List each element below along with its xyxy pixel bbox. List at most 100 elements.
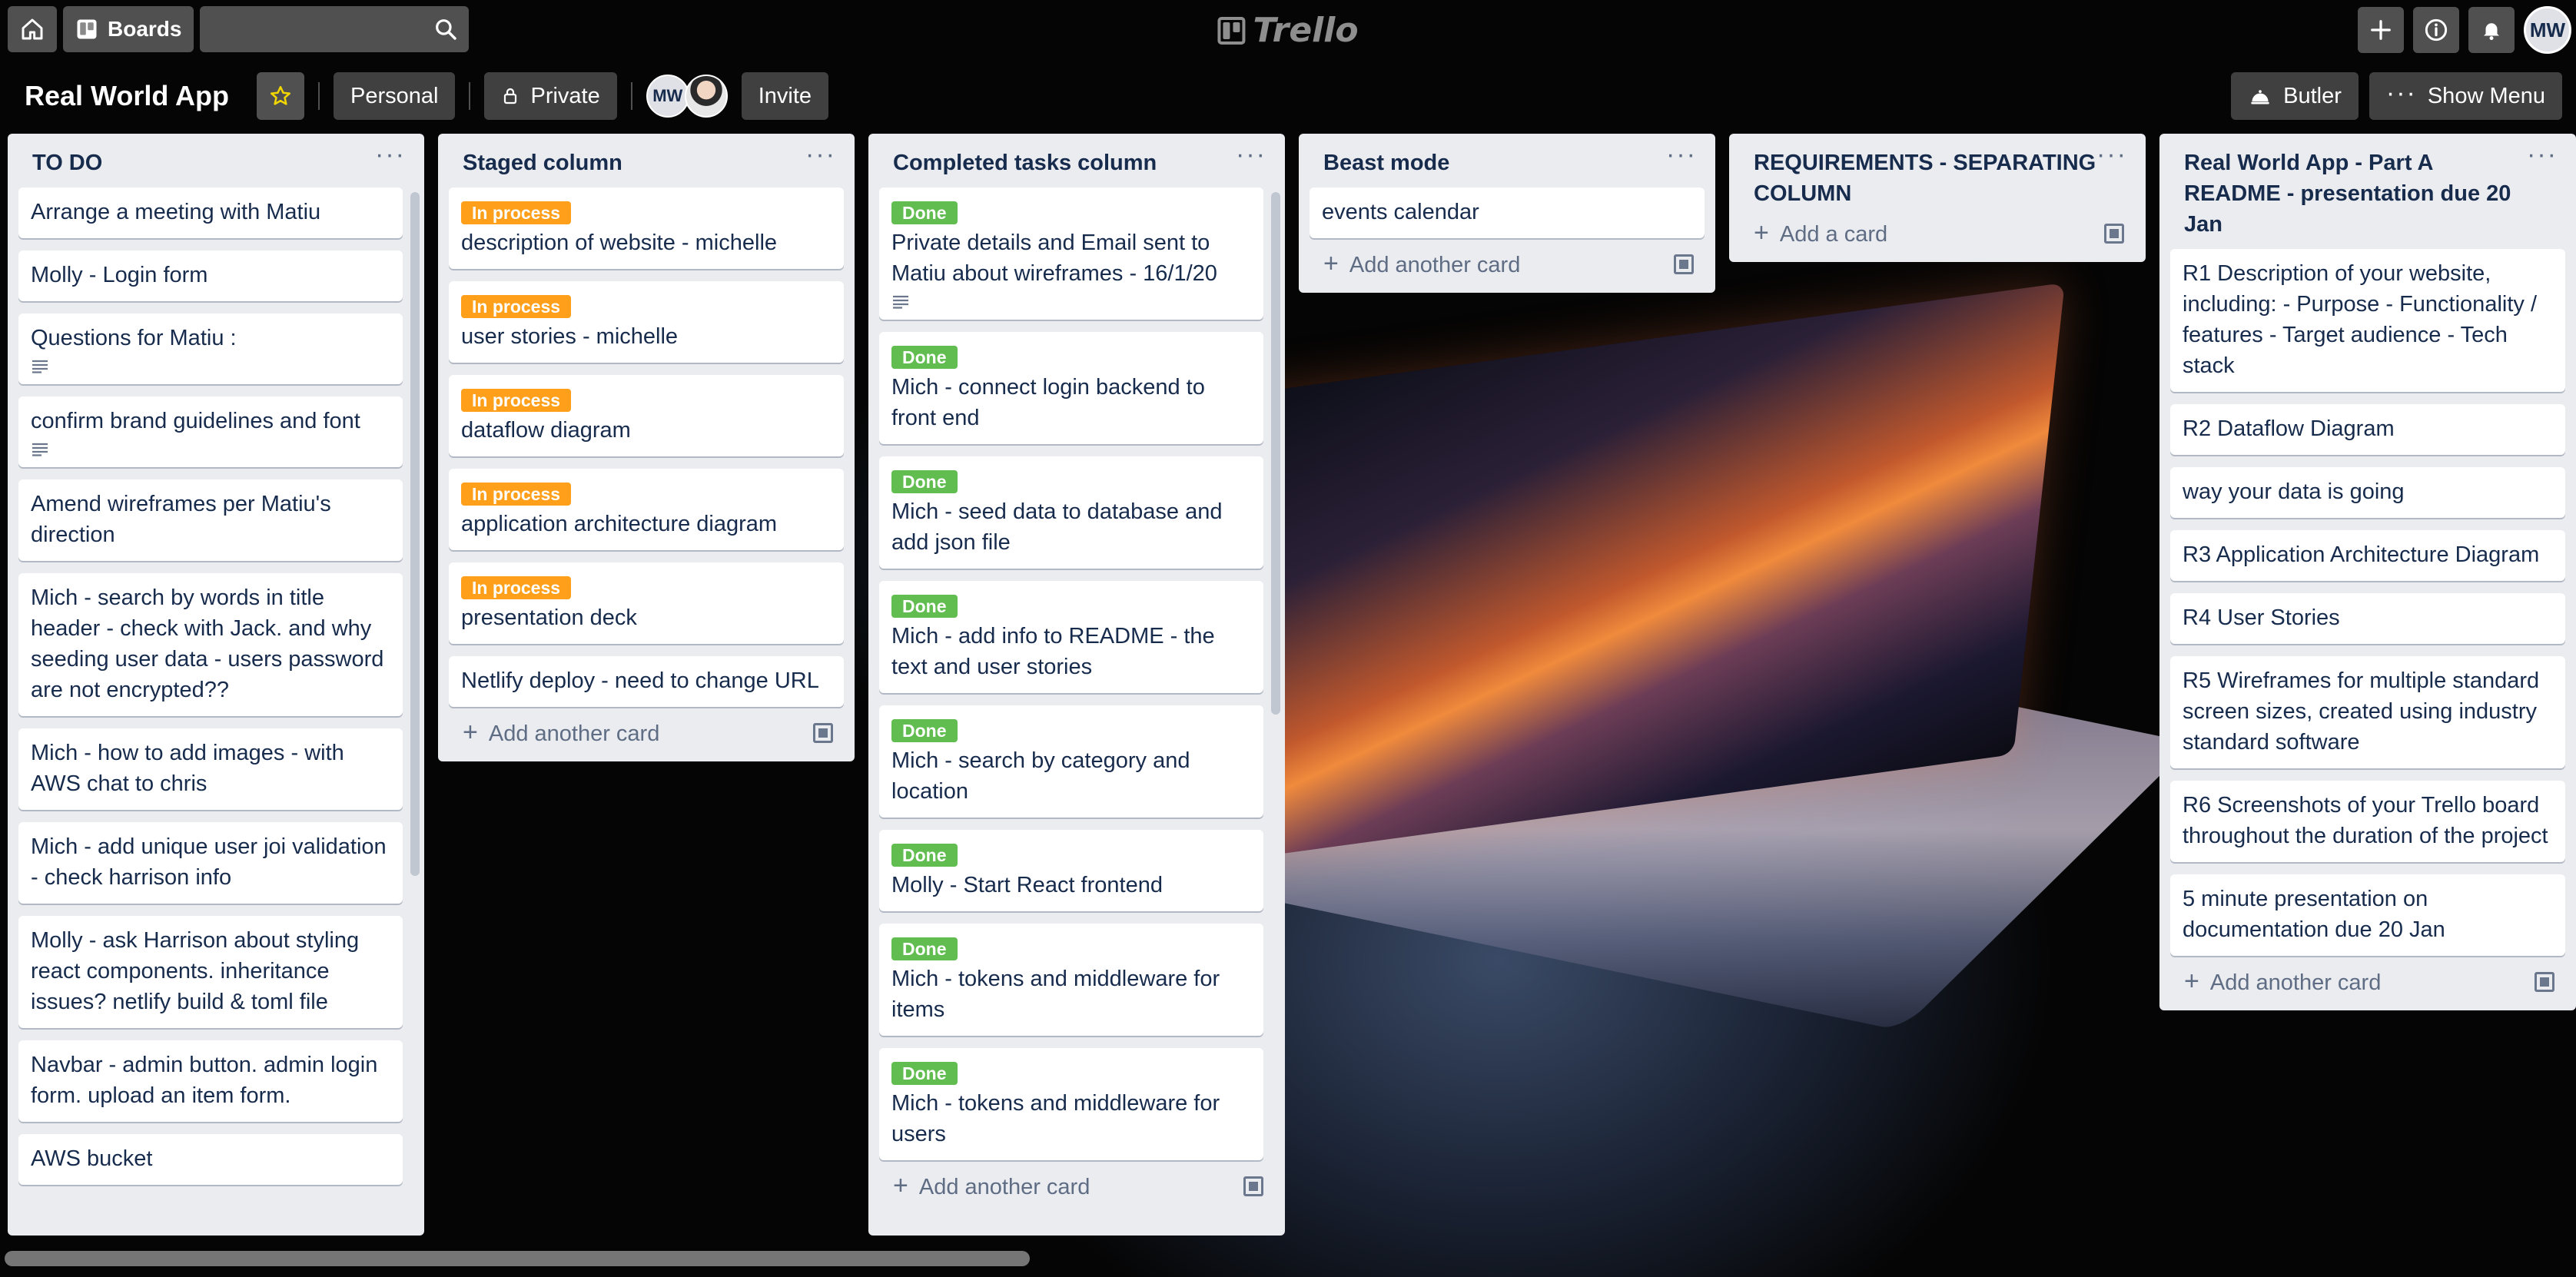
card[interactable]: Questions for Matiu :: [18, 313, 403, 384]
card-list: Done Private details and Email sent to Ma…: [879, 187, 1274, 1160]
card[interactable]: R2 Dataflow Diagram: [2170, 404, 2565, 455]
board-horizontal-scrollbar[interactable]: [5, 1251, 1030, 1266]
list-menu-icon[interactable]: ···: [1236, 141, 1266, 168]
card-title: Navbar - admin button. admin login form.…: [31, 1053, 378, 1108]
card-label: Done: [891, 470, 958, 493]
card[interactable]: Arrange a meeting with Matiu: [18, 187, 403, 238]
home-button[interactable]: [8, 6, 57, 52]
card[interactable]: Mich - how to add images - with AWS chat…: [18, 728, 403, 810]
card[interactable]: AWS bucket: [18, 1134, 403, 1185]
trello-logo-text: Trello: [1253, 11, 1359, 50]
list-title[interactable]: TO DO: [32, 148, 102, 178]
list-menu-icon[interactable]: ···: [1666, 141, 1697, 168]
card[interactable]: R6 Screenshots of your Trello board thro…: [2170, 781, 2565, 862]
card-template-icon[interactable]: [2104, 223, 2124, 244]
board-title[interactable]: Real World App: [25, 80, 229, 112]
card-template-icon[interactable]: [1674, 254, 1694, 274]
card[interactable]: Netlify deploy - need to change URL: [449, 656, 844, 707]
card[interactable]: Molly - Login form: [18, 250, 403, 301]
notifications-button[interactable]: [2468, 7, 2515, 53]
card-template-icon[interactable]: [2535, 971, 2554, 992]
card[interactable]: Done Mich - tokens and middleware for use…: [879, 1048, 1263, 1160]
list-scrollbar[interactable]: [410, 192, 420, 876]
boards-button[interactable]: Boards: [63, 6, 194, 52]
create-button[interactable]: [2358, 7, 2404, 53]
card[interactable]: R5 Wireframes for multiple standard scre…: [2170, 656, 2565, 768]
card-title: user stories - michelle: [461, 324, 679, 349]
add-card-button[interactable]: + Add another card: [879, 1160, 1274, 1207]
card-title: R4 User Stories: [2183, 605, 2340, 630]
list-title[interactable]: Completed tasks column: [893, 148, 1157, 178]
card-title: Netlify deploy - need to change URL: [461, 668, 819, 693]
member-avatar[interactable]: MW: [646, 75, 689, 118]
card-label: In process: [461, 201, 572, 224]
divider: [630, 82, 632, 110]
card-title: Questions for Matiu :: [31, 326, 237, 350]
butler-button[interactable]: Butler: [2231, 72, 2359, 120]
add-card-label: Add another card: [1349, 253, 1521, 277]
card[interactable]: Mich - search by words in title header -…: [18, 573, 403, 716]
card[interactable]: Mich - add unique user joi validation - …: [18, 822, 403, 904]
card[interactable]: R3 Application Architecture Diagram: [2170, 530, 2565, 581]
card[interactable]: In process dataflow diagram: [449, 375, 844, 456]
card[interactable]: R4 User Stories: [2170, 593, 2565, 644]
list-title[interactable]: Staged column: [463, 148, 622, 178]
card[interactable]: confirm brand guidelines and font: [18, 396, 403, 467]
card-title: Molly - Login form: [31, 263, 208, 287]
add-card-button[interactable]: + Add another card: [1310, 238, 1705, 285]
card[interactable]: Done Mich - seed data to database and add…: [879, 456, 1263, 569]
card[interactable]: In process application architecture diagr…: [449, 469, 844, 550]
card-title: events calendar: [1322, 200, 1479, 224]
show-menu-button[interactable]: ··· Show Menu: [2369, 72, 2562, 120]
privacy-button[interactable]: Private: [484, 72, 617, 120]
card[interactable]: In process description of website - miche…: [449, 187, 844, 269]
invite-button[interactable]: Invite: [741, 72, 829, 120]
member-photo-avatar[interactable]: [684, 75, 728, 118]
top-header: Boards Trello MW: [0, 0, 2576, 58]
card-template-icon[interactable]: [813, 722, 833, 743]
search-input[interactable]: [200, 6, 470, 52]
card-title: dataflow diagram: [461, 418, 631, 443]
list-title[interactable]: Beast mode: [1323, 148, 1449, 178]
info-button[interactable]: [2413, 7, 2459, 53]
card[interactable]: way your data is going: [2170, 467, 2565, 518]
card[interactable]: Done Molly - Start React frontend: [879, 830, 1263, 911]
card-label: In process: [461, 295, 572, 318]
list-menu-icon[interactable]: ···: [2096, 141, 2127, 168]
list-title[interactable]: REQUIREMENTS - SEPARATING COLUMN: [1754, 148, 2096, 209]
card[interactable]: Amend wireframes per Matiu's direction: [18, 479, 403, 561]
card[interactable]: Molly - ask Harrison about styling react…: [18, 916, 403, 1028]
card[interactable]: Navbar - admin button. admin login form.…: [18, 1040, 403, 1122]
card[interactable]: 5 minute presentation on documentation d…: [2170, 874, 2565, 956]
card[interactable]: Done Mich - search by category and locati…: [879, 705, 1263, 818]
butler-icon: [2251, 90, 2269, 104]
card[interactable]: events calendar: [1310, 187, 1705, 238]
list-menu-icon[interactable]: ···: [2527, 141, 2558, 168]
star-board-button[interactable]: [257, 72, 305, 120]
card[interactable]: Done Mich - add info to README - the text…: [879, 581, 1263, 693]
card[interactable]: Done Mich - connect login backend to fron…: [879, 332, 1263, 444]
bell-icon: [2484, 23, 2499, 41]
add-card-button[interactable]: + Add a card: [1740, 218, 2135, 254]
list-scrollbar[interactable]: [1271, 192, 1280, 715]
team-visibility-button[interactable]: Personal: [334, 72, 456, 120]
card-title: Mich - add unique user joi validation - …: [31, 834, 387, 890]
card-title: Mich - search by words in title header -…: [31, 585, 384, 702]
info-icon: [2425, 18, 2448, 41]
list-menu-icon[interactable]: ···: [375, 141, 406, 168]
card[interactable]: In process presentation deck: [449, 562, 844, 644]
card[interactable]: Done Mich - tokens and middleware for ite…: [879, 924, 1263, 1036]
list-title[interactable]: Real World App - Part A README - present…: [2184, 148, 2522, 240]
card[interactable]: R1 Description of your website, includin…: [2170, 249, 2565, 392]
card[interactable]: Done Private details and Email sent to Ma…: [879, 187, 1263, 320]
card[interactable]: In process user stories - michelle: [449, 281, 844, 363]
card-label: Done: [891, 346, 958, 369]
user-avatar[interactable]: MW: [2524, 6, 2571, 54]
add-card-button[interactable]: + Add another card: [2170, 956, 2565, 1003]
list-header: TO DO ···: [18, 134, 413, 187]
trello-logo[interactable]: Trello: [1217, 11, 1359, 50]
add-card-button[interactable]: + Add another card: [449, 707, 844, 754]
list-completed-tasks: Completed tasks column ··· Done Private d…: [868, 134, 1285, 1236]
list-menu-icon[interactable]: ···: [805, 141, 836, 168]
card-template-icon[interactable]: [1243, 1176, 1263, 1196]
